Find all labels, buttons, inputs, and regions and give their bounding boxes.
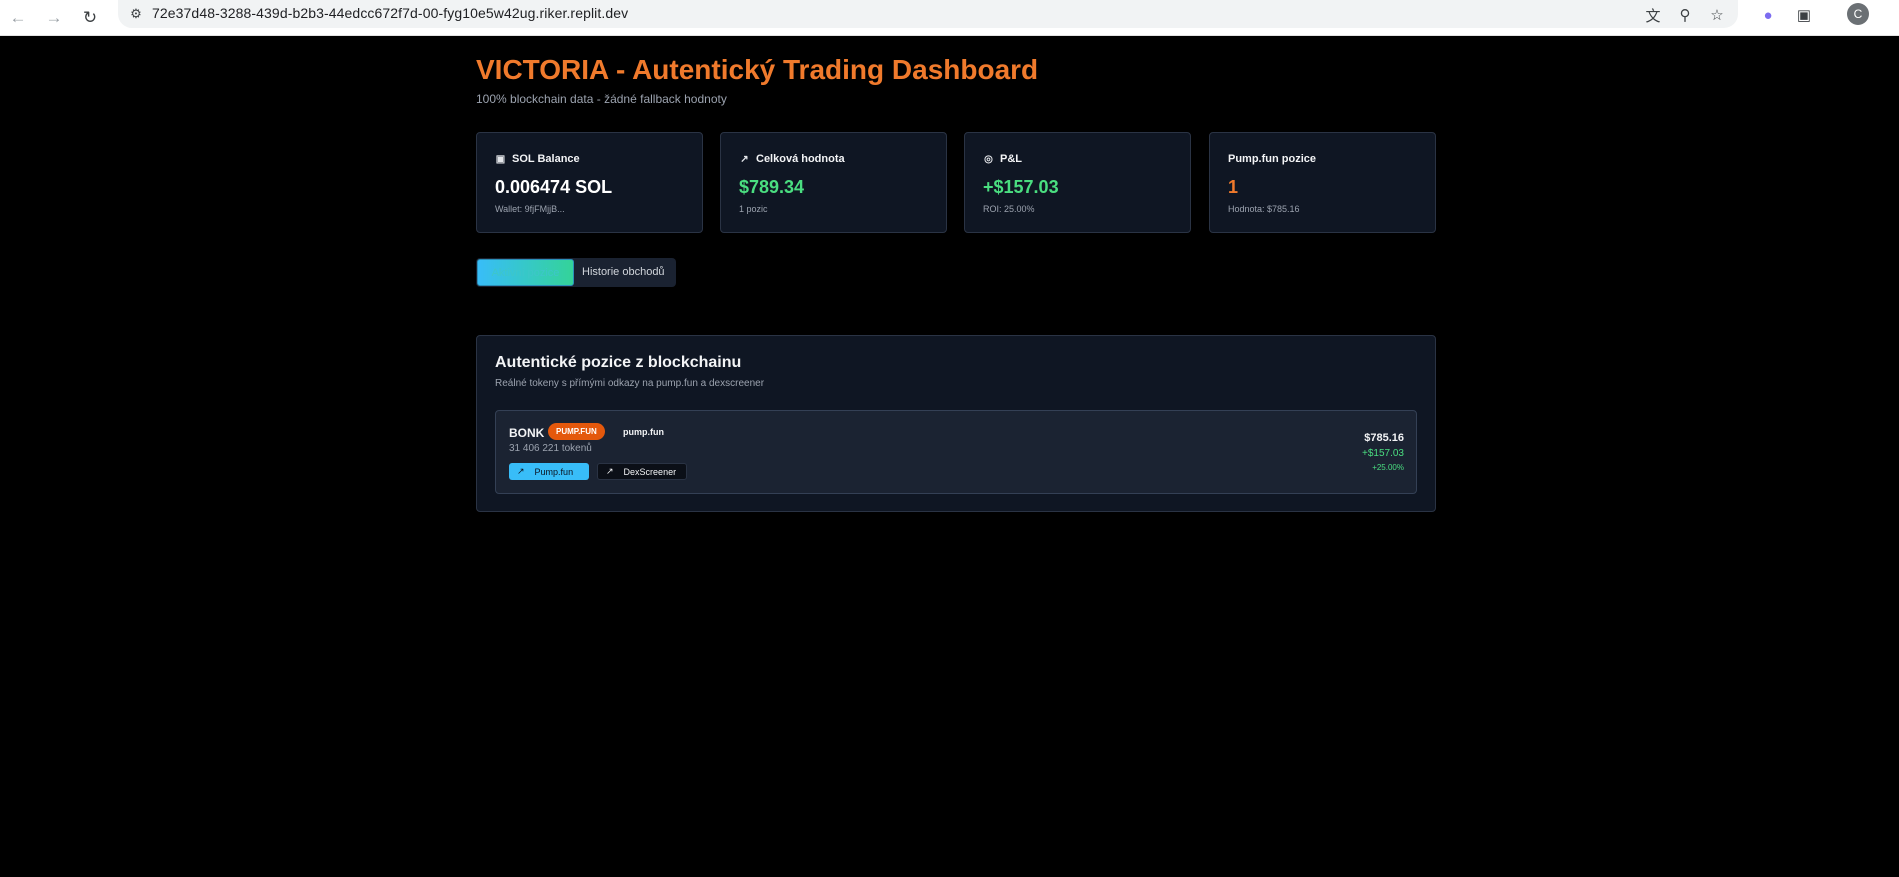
card-label: Celková hodnota (756, 153, 845, 165)
card-total-value: ↗ Celková hodnota $789.34 1 pozic (720, 132, 947, 233)
card-value: $789.34 (739, 177, 805, 197)
card-sub: 1 pozic (739, 204, 768, 214)
back-icon[interactable]: ← (4, 4, 32, 32)
section-subtitle: Reálné tokeny s přímými odkazy na pump.f… (495, 378, 765, 389)
tab-trade-history[interactable]: Historie obchodů (582, 258, 665, 287)
url-text[interactable]: 72e37d48-3288-439d-b2b3-44edcc672f7d-00-… (152, 5, 628, 21)
translate-icon[interactable]: 文 (1641, 3, 1665, 27)
card-value: +$157.03 (983, 177, 1059, 197)
position-roi: +25.00% (1372, 463, 1404, 472)
card-sol-balance: ▣ SOL Balance 0.006474 SOL Wallet: 9fjFM… (476, 132, 703, 233)
positions-panel: Autentické pozice z blockchainu Reálné t… (476, 335, 1436, 512)
card-sub: ROI: 25.00% (983, 204, 1035, 214)
puzzle-icon[interactable]: ▣ (1792, 3, 1816, 27)
browser-toolbar: ← → ↻ ⚙ 72e37d48-3288-439d-b2b3-44edcc67… (0, 0, 1899, 36)
token-symbol: BONK (509, 426, 545, 440)
tab-active-positions[interactable]: Aktivní pozice (477, 259, 574, 286)
card-value: 1 (1228, 177, 1239, 197)
pumpfun-link-button[interactable]: ↗ Pump.fun (509, 463, 589, 480)
card-label: SOL Balance (512, 153, 580, 165)
wallet-icon: ▣ (495, 153, 506, 165)
zoom-icon[interactable]: ⚲ (1673, 3, 1697, 27)
platform-badge: PUMP.FUN (548, 423, 605, 440)
position-pnl: +$157.03 (1362, 448, 1404, 459)
card-sub: Hodnota: $785.16 (1228, 204, 1300, 214)
card-value: 0.006474 SOL (495, 177, 613, 197)
external-link-icon: ↗ (517, 466, 525, 476)
site-settings-icon[interactable]: ⚙ (127, 5, 145, 23)
card-label: Pump.fun pozice (1228, 153, 1316, 165)
link-label: Pump.fun (534, 466, 574, 477)
card-label: P&L (1000, 153, 1022, 165)
target-icon: ◎ (984, 153, 993, 165)
position-row: BONK PUMP.FUN pump.fun 31 406 221 tokenů… (495, 410, 1417, 494)
dexscreener-link-button[interactable]: ↗ DexScreener (597, 463, 687, 480)
link-label: DexScreener (623, 466, 677, 477)
avatar[interactable]: C (1847, 3, 1869, 25)
tab-bar: Aktivní pozice Historie obchodů (476, 258, 676, 287)
card-pumpfun-positions: Pump.fun pozice 1 Hodnota: $785.16 (1209, 132, 1436, 233)
card-sub: Wallet: 9fjFMjjB... (495, 204, 565, 214)
reload-icon[interactable]: ↻ (76, 4, 104, 32)
card-pnl: ◎ P&L +$157.03 ROI: 25.00% (964, 132, 1191, 233)
section-title: Autentické pozice z blockchainu (495, 354, 742, 371)
external-link-icon: ↗ (606, 466, 614, 476)
platform-label: pump.fun (623, 427, 664, 437)
page-subtitle: 100% blockchain data - žádné fallback ho… (476, 92, 727, 106)
bookmark-star-icon[interactable]: ☆ (1705, 3, 1729, 27)
page-title: VICTORIA - Autentický Trading Dashboard (476, 54, 1039, 85)
position-value: $785.16 (1364, 432, 1404, 444)
trending-up-icon: ↗ (740, 153, 749, 165)
extension-icon[interactable]: ● (1756, 3, 1780, 27)
token-amount: 31 406 221 tokenů (509, 443, 592, 454)
forward-icon[interactable]: → (40, 4, 68, 32)
